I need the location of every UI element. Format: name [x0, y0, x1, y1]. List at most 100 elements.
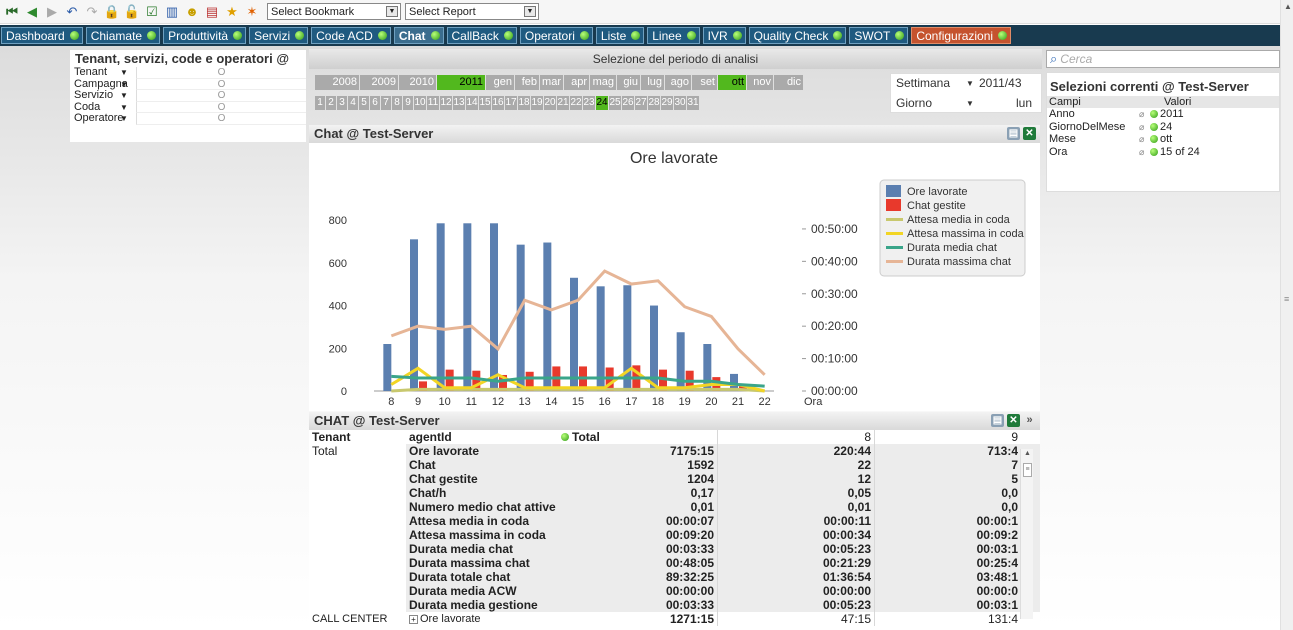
- undo-icon[interactable]: ↶: [64, 4, 80, 20]
- scroll-up-icon[interactable]: ▲: [1284, 2, 1292, 11]
- users-icon[interactable]: ☻: [184, 4, 200, 20]
- print-icon[interactable]: ▤: [991, 414, 1004, 427]
- tab-produttivit-[interactable]: Produttività: [163, 27, 247, 44]
- day-cell[interactable]: 18: [518, 96, 530, 110]
- window-scrollbar[interactable]: ▲ ≡: [1280, 0, 1293, 630]
- month-cell[interactable]: feb: [515, 75, 539, 90]
- month-cell[interactable]: nov: [747, 75, 773, 90]
- day-cell[interactable]: 31: [687, 96, 699, 110]
- day-cell[interactable]: 19: [531, 96, 543, 110]
- first-icon[interactable]: ⏮: [4, 4, 20, 20]
- tab-dashboard[interactable]: Dashboard: [1, 27, 83, 44]
- filter-row[interactable]: Operatore ▼ O: [70, 113, 306, 125]
- chevron-down-icon[interactable]: ▼: [120, 90, 136, 102]
- day-cell[interactable]: 29: [661, 96, 673, 110]
- month-cell[interactable]: mar: [540, 75, 563, 90]
- day-cell[interactable]: 25: [609, 96, 621, 110]
- tab-chat[interactable]: Chat: [393, 27, 444, 44]
- print-icon[interactable]: ▤: [1007, 127, 1020, 140]
- checklist-icon[interactable]: ☑: [144, 4, 160, 20]
- column-header-total[interactable]: Total: [561, 430, 718, 444]
- scroll-up-icon[interactable]: ▲: [1024, 450, 1031, 457]
- day-cell[interactable]: 24: [596, 96, 608, 110]
- filter-value[interactable]: O: [136, 78, 306, 91]
- selection-row[interactable]: GiornoDelMese ⌀ 24: [1047, 121, 1279, 134]
- excel-icon[interactable]: ✕: [1007, 414, 1020, 427]
- filter-value[interactable]: O: [136, 67, 306, 79]
- column-header-9[interactable]: 9: [875, 430, 1032, 444]
- day-cell[interactable]: 20: [544, 96, 556, 110]
- chart-icon[interactable]: ▥: [164, 4, 180, 20]
- day-cell[interactable]: 8: [392, 96, 402, 110]
- month-cell[interactable]: set: [692, 75, 717, 90]
- year-cell[interactable]: 2010: [399, 75, 436, 90]
- month-cell[interactable]: gen: [486, 75, 514, 90]
- clear-selection-icon[interactable]: ⌀: [1139, 110, 1148, 119]
- day-cell[interactable]: 16: [492, 96, 504, 110]
- column-header-tenant[interactable]: Tenant: [309, 430, 406, 444]
- expand-icon[interactable]: »: [1023, 414, 1036, 427]
- filter-value[interactable]: O: [136, 101, 306, 114]
- tab-operatori[interactable]: Operatori: [519, 27, 593, 44]
- tab-servizi[interactable]: Servizi: [249, 27, 309, 44]
- day-cell[interactable]: 15: [479, 96, 491, 110]
- day-cell[interactable]: 27: [635, 96, 647, 110]
- chevron-down-icon[interactable]: ▼: [386, 6, 398, 17]
- day-cell[interactable]: 28: [648, 96, 660, 110]
- day-cell[interactable]: 10: [414, 96, 426, 110]
- year-cell[interactable]: 2008: [315, 75, 359, 90]
- tab-swot[interactable]: SWOT: [849, 27, 909, 44]
- month-cell[interactable]: apr: [564, 75, 589, 90]
- chevron-down-icon[interactable]: ▼: [120, 79, 136, 91]
- month-cell[interactable]: ott: [718, 75, 746, 90]
- scroll-thumb[interactable]: ≡: [1023, 463, 1032, 477]
- tab-configurazioni[interactable]: Configurazioni: [911, 27, 1012, 44]
- day-cell[interactable]: 13: [453, 96, 465, 110]
- scroll-grip-icon[interactable]: ≡: [1284, 294, 1289, 304]
- search-placeholder[interactable]: Cerca: [1060, 52, 1092, 66]
- unlock-icon[interactable]: 🔓: [124, 4, 140, 20]
- week-dropdown-icon[interactable]: ▼: [966, 79, 974, 88]
- filter-value[interactable]: O: [136, 90, 306, 102]
- day-cell[interactable]: 30: [674, 96, 686, 110]
- tab-quality-check[interactable]: Quality Check: [748, 27, 847, 44]
- star-icon[interactable]: ★: [224, 4, 240, 20]
- selection-row[interactable]: Mese ⌀ ott: [1047, 133, 1279, 146]
- month-cell[interactable]: dic: [774, 75, 803, 90]
- tab-ivr[interactable]: IVR: [702, 27, 746, 44]
- bookmark-select[interactable]: Select Bookmark ▼: [267, 3, 401, 20]
- day-cell[interactable]: 17: [505, 96, 517, 110]
- chevron-down-icon[interactable]: ▼: [120, 113, 136, 125]
- tab-liste[interactable]: Liste: [595, 27, 645, 44]
- column-header-agentid[interactable]: agentId: [406, 430, 561, 444]
- tab-chiamate[interactable]: Chiamate: [85, 27, 161, 44]
- month-cell[interactable]: lug: [641, 75, 664, 90]
- day-cell[interactable]: 2: [326, 96, 336, 110]
- day-cell[interactable]: 22: [570, 96, 582, 110]
- day-cell[interactable]: 7: [381, 96, 391, 110]
- day-dropdown-icon[interactable]: ▼: [966, 99, 974, 108]
- redo-icon[interactable]: ↷: [84, 4, 100, 20]
- table-scrollbar[interactable]: ▲ ≡: [1020, 449, 1033, 619]
- day-cell[interactable]: 1: [315, 96, 325, 110]
- month-cell[interactable]: mag: [590, 75, 616, 90]
- column-header-8[interactable]: 8: [718, 430, 875, 444]
- books-icon[interactable]: ▤: [204, 4, 220, 20]
- day-cell[interactable]: 6: [370, 96, 380, 110]
- search-box[interactable]: ⌕ Cerca: [1046, 50, 1280, 68]
- tab-code-acd[interactable]: Code ACD: [311, 27, 391, 44]
- clear-icon[interactable]: ✶: [244, 4, 260, 20]
- day-cell[interactable]: 11: [427, 96, 439, 110]
- day-cell[interactable]: 3: [337, 96, 347, 110]
- clear-selection-icon[interactable]: ⌀: [1139, 135, 1148, 144]
- back-icon[interactable]: ◀: [24, 4, 40, 20]
- selection-row[interactable]: Ora ⌀ 15 of 24: [1047, 146, 1279, 159]
- chevron-down-icon[interactable]: ▼: [524, 6, 536, 17]
- day-cell[interactable]: 23: [583, 96, 595, 110]
- lock-icon[interactable]: 🔒: [104, 4, 120, 20]
- day-cell[interactable]: 26: [622, 96, 634, 110]
- excel-icon[interactable]: ✕: [1023, 127, 1036, 140]
- year-cell[interactable]: 2011: [437, 75, 485, 90]
- day-value[interactable]: lun: [979, 96, 1032, 110]
- clear-selection-icon[interactable]: ⌀: [1139, 148, 1148, 157]
